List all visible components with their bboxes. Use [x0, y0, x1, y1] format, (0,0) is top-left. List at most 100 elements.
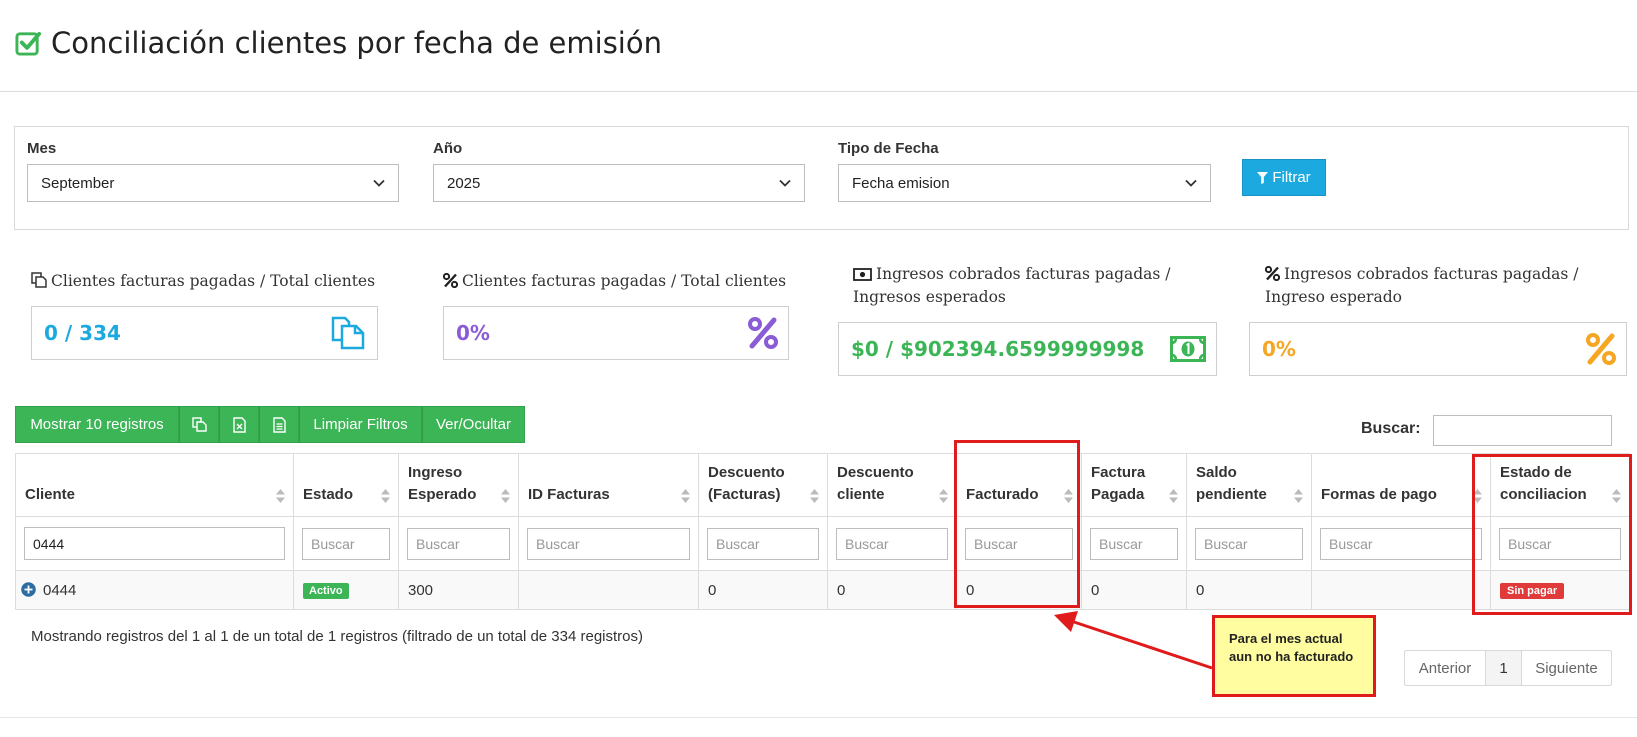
- id-facturas-filter-input[interactable]: Buscar: [527, 527, 690, 560]
- column-filter-row: 0444 Buscar Buscar Buscar Buscar Buscar …: [15, 516, 1630, 571]
- header-text: Descuento: [708, 464, 785, 481]
- next-page-button[interactable]: Siguiente: [1521, 651, 1611, 685]
- filter-cell: Buscar: [698, 516, 828, 571]
- sort-icon: [276, 489, 285, 503]
- filter-button[interactable]: Filtrar: [1242, 159, 1326, 196]
- col-id-facturas-header[interactable]: ID Facturas: [518, 453, 699, 517]
- year-select[interactable]: 2025: [433, 164, 805, 202]
- cell-id-facturas: [518, 570, 699, 610]
- pagination: Anterior 1 Siguiente: [1404, 650, 1612, 686]
- sort-icon: [810, 489, 819, 503]
- clear-filters-button[interactable]: Limpiar Filtros: [299, 406, 422, 443]
- filter-cell: Buscar: [518, 516, 699, 571]
- header-text: Saldo: [1196, 464, 1237, 481]
- header-text: (Facturas): [708, 486, 781, 503]
- stat-income-label-text: Ingresos cobrados facturas pagadas / Ing…: [853, 265, 1171, 306]
- cell-descuento-facturas: 0: [698, 570, 828, 610]
- descuento-cliente-filter-input[interactable]: Buscar: [836, 527, 948, 560]
- filter-button-label: Filtrar: [1272, 169, 1311, 186]
- stat-clients-value: 0 / 334: [44, 321, 121, 345]
- cliente-filter-input[interactable]: 0444: [24, 527, 285, 560]
- stat-income-label: Ingresos cobrados facturas pagadas / Ing…: [853, 263, 1213, 309]
- header-text: Formas de pago: [1321, 486, 1437, 503]
- page-1-button[interactable]: 1: [1485, 651, 1521, 685]
- estado-filter-input[interactable]: Buscar: [302, 527, 390, 560]
- table-info: Mostrando registros del 1 al 1 de un tot…: [31, 628, 644, 645]
- cell-cliente: 0444: [15, 570, 294, 610]
- header-text: Esperado: [408, 486, 477, 503]
- cell-descuento-cliente: 0: [827, 570, 957, 610]
- chevron-down-icon: [779, 179, 791, 187]
- month-select[interactable]: September: [27, 164, 399, 202]
- table-toolbar: Mostrar 10 registros Limpiar Filtros Ver…: [15, 406, 525, 443]
- check-square-icon: [15, 31, 42, 56]
- table-row: 0444 Activo 300 0 0 0 0 0 Sin pagar: [15, 570, 1630, 610]
- funnel-icon: [1257, 171, 1269, 184]
- expand-plus-icon[interactable]: [20, 581, 37, 598]
- col-factura-pagada-header[interactable]: Factura Pagada: [1081, 453, 1187, 517]
- show-records-button[interactable]: Mostrar 10 registros: [15, 406, 179, 443]
- stat-income-percent-value: 0%: [1262, 337, 1296, 361]
- filter-cell: 0444: [15, 516, 294, 571]
- percent-icon: [443, 273, 458, 288]
- date-type-select-value: Fecha emision: [852, 174, 950, 192]
- filter-cell: Buscar: [1186, 516, 1312, 571]
- percent-icon: [1265, 266, 1280, 281]
- header-text: cliente: [837, 486, 885, 503]
- ingreso-filter-input[interactable]: Buscar: [407, 527, 510, 560]
- filter-cell: Buscar: [398, 516, 519, 571]
- sort-icon: [501, 489, 510, 503]
- col-formas-pago-header[interactable]: Formas de pago: [1311, 453, 1491, 517]
- cell-formas-pago: [1311, 570, 1491, 610]
- percent-icon: [1586, 333, 1616, 365]
- col-descuento-cliente-header[interactable]: Descuento cliente: [827, 453, 957, 517]
- header-text: Estado: [303, 486, 354, 503]
- prev-page-button[interactable]: Anterior: [1405, 651, 1485, 685]
- col-descuento-facturas-header[interactable]: Descuento (Facturas): [698, 453, 828, 517]
- stat-clients-percent-value: 0%: [456, 321, 490, 345]
- col-saldo-header[interactable]: Saldo pendiente: [1186, 453, 1312, 517]
- toggle-columns-button[interactable]: Ver/Ocultar: [422, 406, 525, 443]
- sort-icon: [939, 489, 948, 503]
- sort-icon: [381, 489, 390, 503]
- stat-clients-percent-label-text: Clientes facturas pagadas / Total client…: [462, 272, 787, 290]
- cell-saldo: 0: [1186, 570, 1312, 610]
- money-icon: [853, 268, 872, 281]
- formas-pago-filter-input[interactable]: Buscar: [1320, 527, 1482, 560]
- saldo-filter-input[interactable]: Buscar: [1195, 527, 1303, 560]
- factura-pagada-filter-input[interactable]: Buscar: [1090, 527, 1178, 560]
- date-type-select[interactable]: Fecha emision: [838, 164, 1211, 202]
- col-estado-header[interactable]: Estado: [293, 453, 399, 517]
- facturado-highlight: [954, 440, 1080, 608]
- filter-cell: Buscar: [827, 516, 957, 571]
- sort-icon: [1169, 489, 1178, 503]
- header-text: Factura: [1091, 464, 1146, 481]
- search-label: Buscar:: [1361, 420, 1421, 437]
- excel-export-button[interactable]: [219, 406, 259, 443]
- reconciliation-table: Cliente Estado Ingreso Esperado ID Factur…: [15, 453, 1630, 610]
- stat-income-value: $0 / $902394.6599999998: [851, 337, 1145, 361]
- descuento-facturas-filter-input[interactable]: Buscar: [707, 527, 819, 560]
- page-header: Conciliación clientes por fecha de emisi…: [15, 26, 662, 60]
- annotation-note: Para el mes actual aun no ha facturado: [1212, 615, 1376, 697]
- file-excel-icon: [232, 416, 246, 433]
- header-text: Cliente: [25, 486, 76, 503]
- header-text: pendiente: [1196, 486, 1267, 503]
- stat-income-percent-label: Ingresos cobrados facturas pagadas / Ing…: [1265, 263, 1625, 309]
- stat-income-percent-box: 0%: [1249, 322, 1627, 376]
- col-ingreso-header[interactable]: Ingreso Esperado: [398, 453, 519, 517]
- cell-factura-pagada: 0: [1081, 570, 1187, 610]
- header-text: Pagada: [1091, 486, 1145, 503]
- cell-ingreso: 300: [398, 570, 519, 610]
- pdf-export-button[interactable]: [259, 406, 299, 443]
- chevron-down-icon: [1185, 179, 1197, 187]
- stat-income-percent-label-text: Ingresos cobrados facturas pagadas / Ing…: [1265, 265, 1579, 306]
- copy-button[interactable]: [179, 406, 219, 443]
- copy-icon: [191, 417, 207, 432]
- cliente-value: 0444: [43, 582, 77, 599]
- copy-icon: [31, 272, 47, 288]
- global-search-input[interactable]: [1433, 415, 1612, 446]
- col-cliente-header[interactable]: Cliente: [15, 453, 294, 517]
- conciliacion-highlight: [1472, 454, 1632, 615]
- money-icon: [1170, 336, 1206, 362]
